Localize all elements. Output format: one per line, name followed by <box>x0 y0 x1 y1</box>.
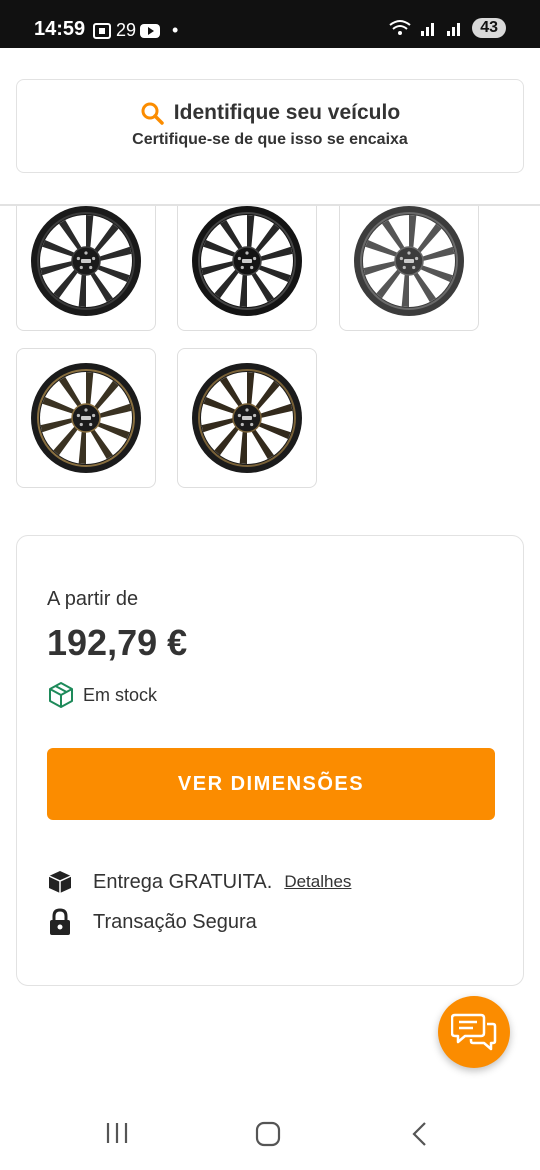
wheel-thumb[interactable] <box>16 348 156 488</box>
wheel-thumb[interactable] <box>177 206 317 331</box>
signal-icon <box>421 23 435 36</box>
stock-label: Em stock <box>83 684 158 705</box>
view-dimensions-button[interactable]: VER DIMENSÕES <box>47 748 495 820</box>
wheel-thumb[interactable] <box>339 206 479 331</box>
recent-apps-button[interactable] <box>104 1120 130 1146</box>
status-icons-left: 29 • <box>92 20 178 41</box>
package-icon <box>48 871 72 893</box>
wheel-thumb[interactable] <box>16 206 156 331</box>
wheel-icon <box>31 363 141 473</box>
price-value: 192,79 € <box>47 622 188 663</box>
back-button[interactable] <box>406 1120 432 1148</box>
price-from-label: A partir de <box>47 588 139 610</box>
screenshot-icon <box>93 22 111 39</box>
secure-transaction-label: Transação Segura <box>93 910 257 933</box>
identify-vehicle-subtitle: Certifique-se de que isso se encaixa <box>132 131 408 148</box>
wheel-gallery <box>0 206 540 496</box>
dot-icon: • <box>172 20 179 40</box>
delivery-info: Entrega GRATUITA. Detalhes <box>47 870 351 894</box>
secure-info: Transação Segura <box>47 908 257 936</box>
chat-button[interactable] <box>438 996 510 1068</box>
identify-vehicle-card[interactable]: Identifique seu veículo Certifique-se de… <box>16 79 524 173</box>
signal-icon-2 <box>447 23 461 36</box>
system-nav-bar <box>0 1100 540 1170</box>
wheel-thumb[interactable] <box>177 348 317 488</box>
status-time: 14:59 <box>34 18 86 40</box>
identify-vehicle-title: Identifique seu veículo <box>173 101 401 124</box>
box-icon <box>49 682 73 708</box>
search-icon <box>141 102 164 125</box>
wheel-icon <box>31 206 141 316</box>
wheel-icon <box>192 363 302 473</box>
battery-level: 43 <box>472 18 506 38</box>
home-button[interactable] <box>254 1120 282 1148</box>
lock-icon <box>50 908 70 935</box>
delivery-details-link[interactable]: Detalhes <box>284 872 351 892</box>
wheel-icon <box>354 206 464 316</box>
status-bar: 14:59 29 • 43 <box>0 0 540 48</box>
offer-card: A partir de 192,79 € Em stock VER DIMENS… <box>16 535 524 986</box>
wheel-icon <box>192 206 302 316</box>
stock-status: Em stock <box>47 681 157 709</box>
youtube-icon <box>140 23 161 38</box>
free-delivery-label: Entrega GRATUITA. <box>93 870 273 893</box>
status-icons-right: 43 <box>388 18 506 38</box>
wifi-icon <box>389 20 411 35</box>
chat-icon <box>451 1013 497 1051</box>
temperature-text: 29 <box>116 20 137 40</box>
